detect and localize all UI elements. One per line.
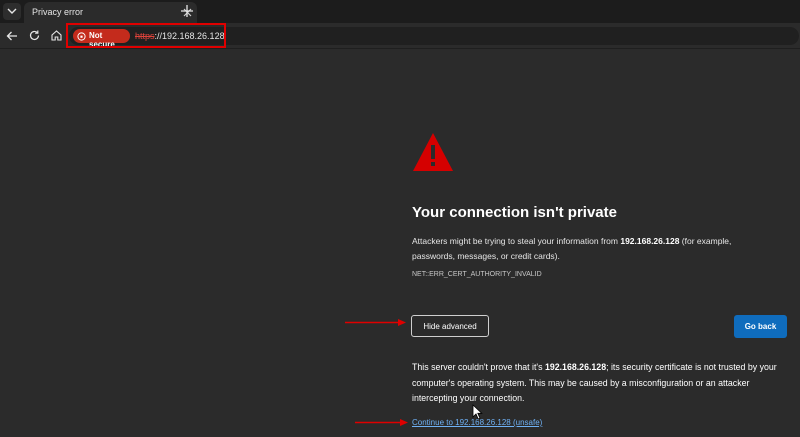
advanced-host: 192.168.26.128 bbox=[544, 362, 607, 372]
tab-strip: Privacy error bbox=[0, 0, 800, 23]
hide-advanced-button[interactable]: Hide advanced bbox=[411, 315, 489, 337]
error-description: Attackers might be trying to steal your … bbox=[412, 234, 772, 264]
tab-privacy-error[interactable]: Privacy error bbox=[24, 2, 197, 23]
home-icon[interactable] bbox=[51, 30, 62, 41]
tab-title: Privacy error bbox=[32, 7, 84, 17]
warning-icon bbox=[413, 133, 453, 171]
go-back-button[interactable]: Go back bbox=[734, 315, 787, 338]
annotation-arrow bbox=[345, 319, 406, 326]
desc-prefix: Attackers might be trying to steal your … bbox=[412, 236, 621, 246]
annotation-highlight-box bbox=[66, 23, 226, 48]
plus-icon[interactable] bbox=[181, 5, 193, 17]
desc-host: 192.168.26.128 bbox=[620, 236, 680, 246]
annotation-arrow bbox=[355, 419, 408, 426]
advanced-details: This server couldn't prove that it's 192… bbox=[412, 360, 787, 407]
chevron-down-icon bbox=[7, 8, 17, 14]
refresh-icon[interactable] bbox=[29, 30, 40, 41]
advanced-prefix: This server couldn't prove that it's bbox=[412, 362, 545, 372]
page-title: Your connection isn't private bbox=[412, 204, 617, 221]
mouse-cursor-icon bbox=[472, 404, 483, 420]
error-code: NET::ERR_CERT_AUTHORITY_INVALID bbox=[412, 271, 542, 278]
tab-actions-menu-button[interactable] bbox=[3, 3, 21, 20]
back-arrow-icon[interactable] bbox=[6, 31, 18, 41]
